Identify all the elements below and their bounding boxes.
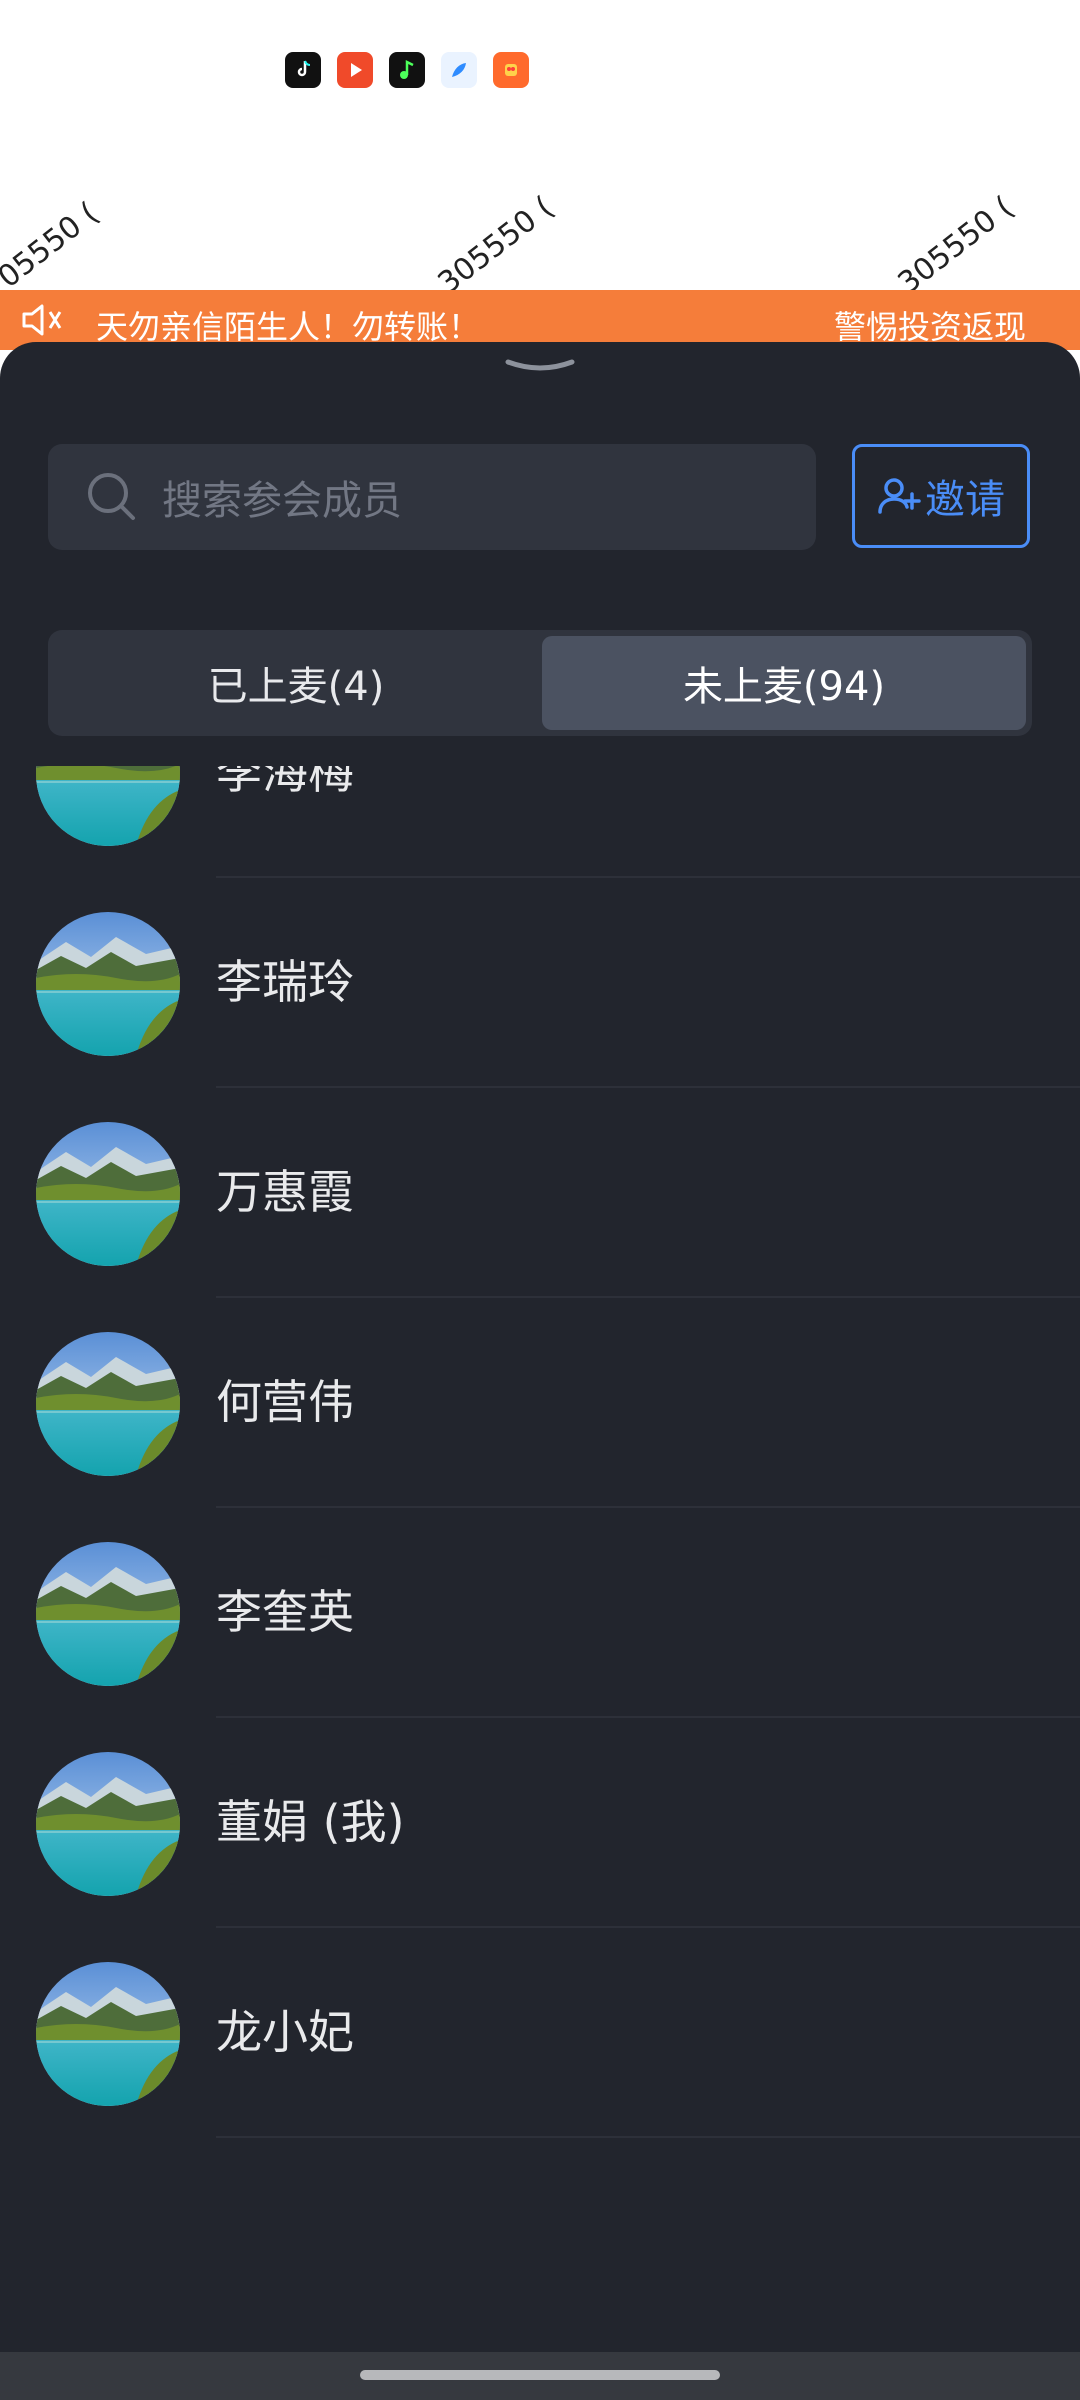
tiktok-icon: [285, 52, 321, 88]
avatar: [36, 1962, 180, 2106]
avatar: [36, 912, 180, 1056]
search-icon: [88, 473, 135, 520]
member-name: 李瑞玲: [216, 955, 354, 1009]
video-play-icon: [337, 52, 373, 88]
search-row: 搜索参会成员 邀请: [48, 444, 1032, 552]
top-area: 05550 ( 305550 ( 305550 (: [0, 0, 1080, 301]
watermark-text: 305550 (: [431, 189, 561, 302]
home-indicator[interactable]: [360, 2370, 720, 2380]
tab-on-mic[interactable]: 已上麦(4): [54, 636, 538, 730]
member-row[interactable]: 李奎英: [0, 1508, 1080, 1718]
warning-banner[interactable]: 天勿亲信陌生人！勿转账！ 警惕投资返现: [0, 290, 1080, 350]
member-name: 何营伟: [216, 1375, 354, 1429]
member-row[interactable]: 董娟 (我): [0, 1718, 1080, 1928]
search-placeholder: 搜索参会成员: [162, 478, 402, 524]
divider: [216, 2136, 1080, 2138]
member-row[interactable]: 李瑞玲: [0, 878, 1080, 1088]
avatar: [36, 1542, 180, 1686]
member-list: 李海梅 李瑞玲 万惠霞 何营伟 李奎英 董娟 (我) 龙小妃: [0, 766, 1080, 2352]
avatar: [36, 1752, 180, 1896]
member-row[interactable]: 龙小妃: [0, 1928, 1080, 2138]
member-name: 龙小妃: [216, 2005, 354, 2059]
watermark-text: 305550 (: [891, 189, 1021, 302]
drag-handle[interactable]: [500, 354, 580, 378]
app-icons: [285, 52, 529, 88]
member-row[interactable]: 万惠霞: [0, 1088, 1080, 1298]
avatar: [36, 766, 180, 846]
member-name: 万惠霞: [216, 1165, 354, 1219]
avatar: [36, 1122, 180, 1266]
tab-off-mic[interactable]: 未上麦(94): [542, 636, 1026, 730]
shopping-icon: [493, 52, 529, 88]
member-name: 李奎英: [216, 1585, 354, 1639]
invite-button[interactable]: 邀请: [852, 444, 1030, 548]
invite-label: 邀请: [925, 477, 1005, 523]
search-input[interactable]: 搜索参会成员: [48, 444, 816, 550]
member-name: 董娟 (我): [216, 1795, 405, 1849]
speaker-mute-icon: [20, 290, 80, 350]
add-user-icon: [878, 478, 921, 514]
music-icon: [389, 52, 425, 88]
avatar: [36, 1332, 180, 1476]
feather-icon: [441, 52, 477, 88]
mic-tabs: 已上麦(4) 未上麦(94): [48, 630, 1032, 736]
watermark-text: 05550 (: [0, 195, 106, 296]
system-nav-bar: [0, 2352, 1080, 2400]
member-row[interactable]: 何营伟: [0, 1298, 1080, 1508]
member-name: 李海梅: [216, 766, 354, 799]
members-sheet: 搜索参会成员 邀请 已上麦(4) 未上麦(94) 李海梅 李瑞玲 万惠霞 何营伟…: [0, 342, 1080, 2352]
member-row[interactable]: 李海梅: [0, 766, 1080, 878]
